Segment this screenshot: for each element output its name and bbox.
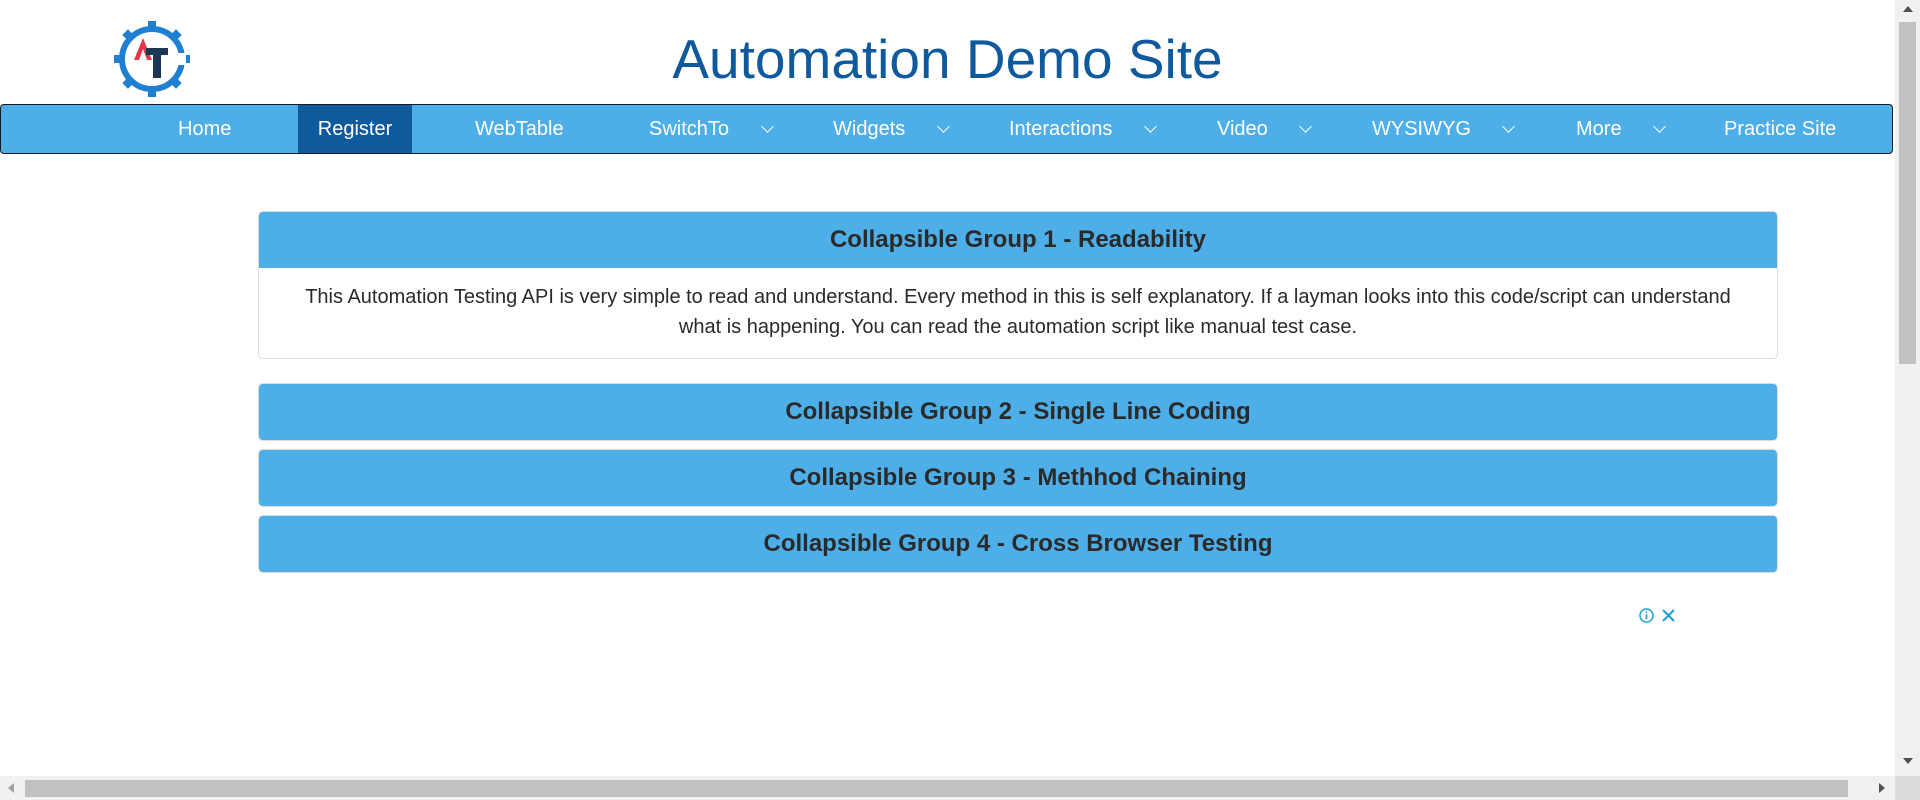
collapsible-group-header[interactable]: Collapsible Group 3 - Methhod Chaining <box>259 450 1777 506</box>
nav-item-home[interactable]: Home <box>178 105 231 153</box>
scrollbar-corner <box>1895 776 1920 800</box>
nav-item-label: WYSIWYG <box>1372 118 1471 140</box>
chevron-down-icon <box>1299 120 1313 133</box>
collapsible-group-title: Collapsible Group 1 - Readability <box>829 226 1207 253</box>
scroll-right-icon[interactable] <box>1879 783 1885 793</box>
main-navbar: Home Register WebTable SwitchTo Widgets … <box>0 104 1893 154</box>
chevron-down-icon <box>936 120 950 133</box>
nav-item-wysiwyg[interactable]: WYSIWYG <box>1372 105 1516 153</box>
page-viewport: Automation Demo Site Home Register WebTa… <box>0 0 1895 776</box>
collapsible-group-body-text: This Automation Testing API is very simp… <box>305 286 1731 338</box>
scroll-down-icon[interactable] <box>1903 758 1913 764</box>
nav-item-label: More <box>1576 118 1622 140</box>
vertical-scrollbar[interactable] <box>1895 0 1920 776</box>
chevron-down-icon <box>1653 120 1667 133</box>
nav-item-label: Register <box>317 118 393 140</box>
collapsible-group-1: Collapsible Group 1 - Readability This A… <box>258 211 1778 359</box>
collapsible-group-header[interactable]: Collapsible Group 4 - Cross Browser Test… <box>259 516 1777 572</box>
chevron-down-icon <box>1502 120 1516 133</box>
collapsible-group-header[interactable]: Collapsible Group 2 - Single Line Coding <box>259 384 1777 440</box>
nav-item-webtable[interactable]: WebTable <box>475 105 564 153</box>
horizontal-scrollbar-thumb[interactable] <box>25 780 1848 797</box>
collapsible-group-title: Collapsible Group 3 - Methhod Chaining <box>789 464 1247 491</box>
scroll-up-icon[interactable] <box>1903 6 1913 12</box>
horizontal-scrollbar[interactable] <box>0 776 1895 800</box>
nav-item-label: Home <box>178 118 232 140</box>
collapsible-group-2: Collapsible Group 2 - Single Line Coding <box>258 383 1778 441</box>
chevron-down-icon <box>760 120 774 133</box>
nav-item-label: Video <box>1217 118 1268 140</box>
info-icon[interactable] <box>1639 608 1654 623</box>
nav-item-register[interactable]: Register <box>298 105 412 153</box>
nav-item-label: WebTable <box>475 118 564 140</box>
collapsible-group-header[interactable]: Collapsible Group 1 - Readability <box>259 212 1777 268</box>
nav-item-interactions[interactable]: Interactions <box>1009 105 1157 153</box>
collapsible-group-body: This Automation Testing API is very simp… <box>259 268 1777 358</box>
nav-item-label: SwitchTo <box>649 118 730 140</box>
collapsible-group-4: Collapsible Group 4 - Cross Browser Test… <box>258 515 1778 573</box>
ad-controls <box>1637 606 1683 626</box>
nav-item-video[interactable]: Video <box>1217 105 1313 153</box>
nav-item-practice-site[interactable]: Practice Site <box>1724 105 1836 153</box>
nav-item-widgets[interactable]: Widgets <box>833 105 950 153</box>
collapsible-group-3: Collapsible Group 3 - Methhod Chaining <box>258 449 1778 507</box>
scroll-left-icon[interactable] <box>8 783 14 793</box>
chevron-down-icon <box>1144 120 1157 133</box>
nav-item-more[interactable]: More <box>1576 105 1667 153</box>
site-title: Automation Demo Site <box>0 26 1895 92</box>
collapsible-group-title: Collapsible Group 4 - Cross Browser Test… <box>763 530 1273 557</box>
close-icon[interactable] <box>1661 608 1676 623</box>
nav-item-switchto[interactable]: SwitchTo <box>649 105 774 153</box>
nav-item-label: Interactions <box>1009 118 1113 140</box>
collapsible-group-title: Collapsible Group 2 - Single Line Coding <box>785 398 1251 425</box>
nav-item-label: Widgets <box>833 118 906 140</box>
nav-item-label: Practice Site <box>1724 118 1837 140</box>
site-title-text: Automation Demo Site <box>672 28 1223 90</box>
vertical-scrollbar-thumb[interactable] <box>1899 22 1916 364</box>
